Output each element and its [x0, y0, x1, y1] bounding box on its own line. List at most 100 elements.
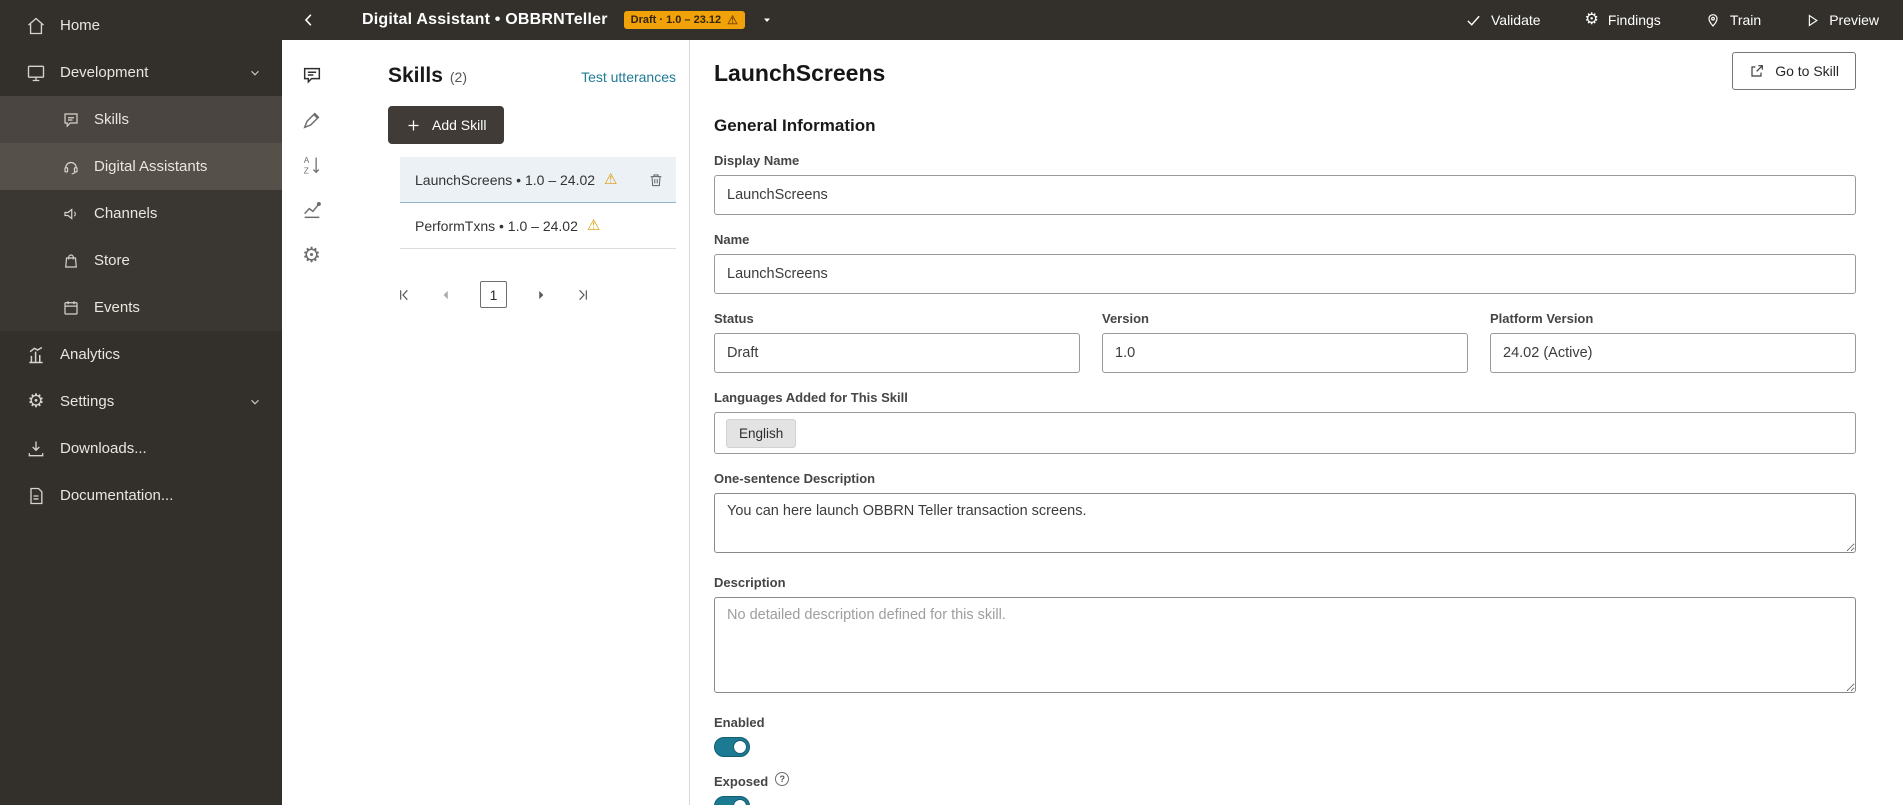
sidebar-item-label: Downloads... — [60, 440, 147, 457]
monitor-icon — [26, 63, 46, 83]
sidebar-item-label: Store — [94, 252, 130, 269]
warning-icon: ⚠ — [604, 172, 617, 187]
sidebar-item-label: Development — [60, 64, 148, 81]
sidebar-item-label: Home — [60, 17, 100, 34]
display-name-label: Display Name — [714, 153, 1856, 168]
toggle-knob — [733, 799, 747, 805]
dialog-icon[interactable] — [299, 62, 325, 88]
exposed-toggle[interactable] — [714, 796, 750, 805]
plus-icon — [406, 118, 421, 133]
sort-az-icon[interactable]: AZ — [299, 152, 325, 178]
one-sentence-description-label: One-sentence Description — [714, 471, 1856, 486]
train-button[interactable]: Train — [1705, 12, 1761, 28]
document-icon — [26, 486, 46, 506]
last-page-button[interactable] — [575, 287, 591, 303]
trash-icon[interactable] — [648, 172, 664, 188]
skills-panel-title: Skills — [388, 64, 443, 88]
name-label: Name — [714, 232, 1856, 247]
language-chip[interactable]: English — [726, 419, 796, 448]
sidebar-item-label: Documentation... — [60, 487, 173, 504]
sidebar-item-digital-assistants[interactable]: Digital Assistants — [0, 143, 282, 190]
external-link-icon — [1749, 63, 1765, 79]
sidebar-item-label: Digital Assistants — [94, 158, 207, 175]
bar-chart-icon — [26, 345, 46, 365]
sidebar-item-label: Channels — [94, 205, 157, 222]
back-button[interactable] — [292, 3, 326, 37]
sidebar-item-analytics[interactable]: Analytics — [0, 331, 282, 378]
skill-title: LaunchScreens — [714, 60, 885, 87]
display-name-input[interactable] — [714, 175, 1856, 215]
sidebar-item-store[interactable]: Store — [0, 237, 282, 284]
gear-icon: ⚙ — [1585, 12, 1599, 28]
skill-item-label: LaunchScreens • 1.0 – 24.02 — [415, 172, 595, 188]
header-actions: Validate ⚙ Findings Train Preview — [1465, 12, 1879, 29]
sidebar-item-label: Skills — [94, 111, 129, 128]
sidebar-item-documentation[interactable]: Documentation... — [0, 472, 282, 519]
skill-list: LaunchScreens • 1.0 – 24.02 ⚠ PerformTxn… — [400, 157, 676, 249]
sidebar-item-settings[interactable]: ⚙ Settings — [0, 378, 282, 425]
calendar-icon — [62, 299, 80, 317]
name-input[interactable] — [714, 254, 1856, 294]
top-header: Digital Assistant • OBBRNTeller Draft · … — [282, 0, 1903, 40]
chevron-down-icon — [248, 395, 262, 409]
next-page-button[interactable] — [534, 288, 548, 302]
languages-field[interactable]: English — [714, 412, 1856, 454]
assistant-title: Digital Assistant • OBBRNTeller — [362, 11, 608, 29]
sidebar-item-development[interactable]: Development — [0, 49, 282, 96]
sidebar-item-downloads[interactable]: Downloads... — [0, 425, 282, 472]
bag-icon — [62, 252, 80, 270]
version-label: Version — [1102, 311, 1468, 326]
enabled-label: Enabled — [714, 715, 1856, 730]
test-utterances-link[interactable]: Test utterances — [581, 69, 676, 85]
skills-panel: Skills (2) Test utterances Add Skill Lau… — [341, 40, 690, 805]
side-toolstrip: AZ ⚙ — [282, 40, 341, 805]
check-icon — [1465, 12, 1482, 29]
speaker-icon — [62, 205, 80, 223]
sidebar: Home Development Skills Digital Assistan… — [0, 0, 282, 805]
trend-chart-icon[interactable] — [299, 197, 325, 223]
validate-button[interactable]: Validate — [1465, 12, 1541, 29]
pen-icon[interactable] — [299, 107, 325, 133]
pin-icon — [1705, 12, 1721, 28]
svg-text:A: A — [303, 156, 309, 165]
preview-button[interactable]: Preview — [1805, 12, 1879, 28]
paginator: 1 — [396, 281, 676, 308]
skills-count: (2) — [450, 69, 467, 85]
languages-label: Languages Added for This Skill — [714, 390, 1856, 405]
chat-icon — [62, 111, 80, 129]
play-icon — [1805, 13, 1820, 28]
general-information-heading: General Information — [714, 116, 1856, 136]
gear-icon[interactable]: ⚙ — [299, 242, 325, 268]
sidebar-item-home[interactable]: Home — [0, 2, 282, 49]
app-root: Home Development Skills Digital Assistan… — [0, 0, 1903, 805]
sidebar-item-label: Events — [94, 299, 140, 316]
add-skill-button[interactable]: Add Skill — [388, 106, 504, 144]
download-icon — [26, 439, 46, 459]
platform-version-label: Platform Version — [1490, 311, 1856, 326]
sidebar-item-events[interactable]: Events — [0, 284, 282, 331]
skill-item-label: PerformTxns • 1.0 – 24.02 — [415, 218, 578, 234]
help-icon[interactable]: ? — [775, 772, 789, 786]
assistant-icon — [62, 158, 80, 176]
chevron-down-icon — [248, 66, 262, 80]
version-dropdown-caret[interactable] — [761, 14, 773, 26]
go-to-skill-button[interactable]: Go to Skill — [1732, 52, 1856, 90]
skill-list-item-launchscreens[interactable]: LaunchScreens • 1.0 – 24.02 ⚠ — [400, 157, 676, 203]
skill-list-item-performtxns[interactable]: PerformTxns • 1.0 – 24.02 ⚠ — [400, 203, 676, 249]
prev-page-button[interactable] — [439, 288, 453, 302]
version-input[interactable] — [1102, 333, 1468, 373]
enabled-toggle[interactable] — [714, 737, 750, 757]
platform-version-input[interactable] — [1490, 333, 1856, 373]
description-input[interactable] — [714, 597, 1856, 693]
findings-button[interactable]: ⚙ Findings — [1585, 12, 1661, 28]
first-page-button[interactable] — [396, 287, 412, 303]
svg-text:Z: Z — [303, 166, 308, 175]
skill-detail-panel: LaunchScreens Go to Skill General Inform… — [690, 40, 1903, 805]
version-badge: Draft · 1.0 – 23.12 ⚠ — [624, 11, 745, 29]
sidebar-item-channels[interactable]: Channels — [0, 190, 282, 237]
one-sentence-description-input[interactable]: You can here launch OBBRN Teller transac… — [714, 493, 1856, 553]
exposed-label: Exposed ? — [714, 774, 1856, 789]
sidebar-item-label: Settings — [60, 393, 114, 410]
status-input[interactable] — [714, 333, 1080, 373]
sidebar-item-skills[interactable]: Skills — [0, 96, 282, 143]
